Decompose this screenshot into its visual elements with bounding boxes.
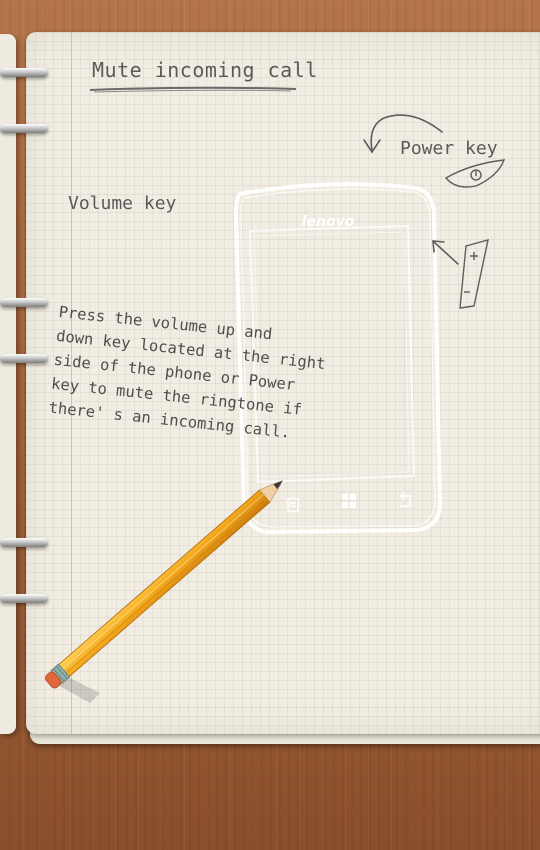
binder-ring xyxy=(0,354,48,363)
binder-ring xyxy=(0,298,48,307)
volume-key-label: Volume key xyxy=(68,193,177,214)
power-key-label: Power key xyxy=(400,138,498,159)
back-icon xyxy=(399,491,411,507)
phone-brand-logo: lenovo xyxy=(302,214,355,230)
notebook-left-page xyxy=(0,34,16,734)
page-title: Mute incoming call xyxy=(92,58,318,82)
home-icon xyxy=(342,494,356,508)
binder-ring xyxy=(0,124,48,133)
binder-ring xyxy=(0,68,48,77)
title-underline xyxy=(89,86,297,93)
pencil-icon xyxy=(44,480,283,703)
